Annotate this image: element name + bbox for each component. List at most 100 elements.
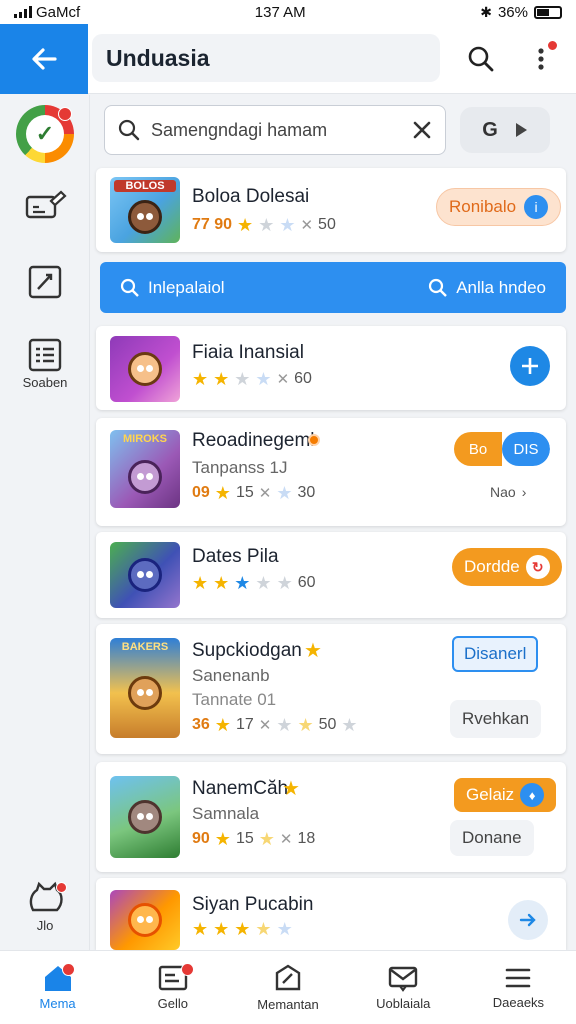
rating-row: 90 ★ 15 ★ ✕ 18 <box>192 830 315 848</box>
sidebar-item-edit[interactable] <box>0 189 90 223</box>
mail-icon <box>389 966 418 992</box>
rating-value: 17 <box>235 716 254 733</box>
status-time: 137 AM <box>254 3 306 21</box>
nav-item-menu[interactable]: Daeaeks <box>461 951 576 1024</box>
search-button[interactable] <box>462 40 500 78</box>
secondary-button[interactable]: Donane <box>450 820 534 856</box>
plus-icon <box>522 358 538 374</box>
strip-right-label: Anlla hndeo <box>456 277 546 297</box>
logo-badge <box>58 107 72 121</box>
app-card[interactable]: BAKERS Supckiodgan ★ Sanenanb Tannate 01… <box>96 624 566 754</box>
filter-strip[interactable]: Inlepalaiol Anlla hndeo <box>100 262 566 313</box>
app-name: Siyan Pucabin <box>192 894 314 915</box>
page-title: Unduasia <box>92 34 440 82</box>
app-card[interactable]: MIROKS Reoadinegeml Tanpanss 1J 09 ★ 15 … <box>96 418 566 526</box>
star-icon: ★ <box>192 369 209 389</box>
strip-right-button[interactable]: Anlla hndeo <box>428 278 546 298</box>
battery-percent: 36% <box>497 3 528 21</box>
app-score: 90 <box>192 830 210 847</box>
carrier-name: GaMcf <box>36 3 81 21</box>
split-action-button[interactable]: Bo DIS <box>454 432 550 466</box>
clear-icon[interactable] <box>411 119 433 141</box>
nav-item-home[interactable]: Mema <box>0 951 115 1024</box>
thumbnail-banner: BAKERS <box>121 641 169 653</box>
get-button[interactable]: Dordde ↻ <box>452 548 562 586</box>
thumbnail-banner: BOLOS <box>114 180 176 192</box>
search-field[interactable]: Samengndagi hamam <box>104 105 446 155</box>
sidebar: ✓ Soaben Jlo <box>0 95 90 950</box>
star-icon: ★ <box>279 215 296 235</box>
search-icon <box>120 278 139 297</box>
star-icon: ★ <box>213 919 230 939</box>
sidebar-item-compose[interactable] <box>0 263 90 301</box>
search-icon <box>118 119 140 141</box>
star-icon: ★ <box>214 483 231 503</box>
info-icon: i <box>524 195 549 219</box>
action-a-label[interactable]: Bo <box>454 432 502 466</box>
rating-count: 60 <box>294 370 312 387</box>
app-card[interactable]: Siyan Pucabin ★ ★ ★ ★ ★ <box>96 878 566 950</box>
app-header: Unduasia <box>0 24 576 94</box>
app-thumbnail <box>110 542 180 608</box>
back-button[interactable] <box>0 24 88 94</box>
character-icon <box>128 903 162 937</box>
bluetooth-icon: ✱ <box>480 3 492 20</box>
notification-badge <box>547 40 558 51</box>
edit-square-icon <box>28 265 62 299</box>
nav-item-inbox[interactable]: Gello <box>115 951 230 1024</box>
rating-value: 15 <box>235 484 254 501</box>
go-button[interactable]: G <box>460 107 550 153</box>
strip-left-label: Inlepalaiol <box>148 277 225 297</box>
character-icon <box>128 200 162 234</box>
chevron-right-icon: › <box>521 484 527 500</box>
action-button[interactable]: Gelaiz ♦ <box>454 778 557 812</box>
install-button[interactable]: Ronibalo i <box>436 188 562 226</box>
star-icon: ★ <box>255 573 272 593</box>
star-icon: ★ <box>276 919 293 939</box>
app-thumbnail <box>110 776 180 858</box>
rating-row: 36 ★ 17 ✕ ★ ★ 50 ★ <box>192 716 358 734</box>
app-score: 09 <box>192 484 210 501</box>
rating-count: 60 <box>297 574 316 591</box>
more-button[interactable] <box>522 40 560 78</box>
sidebar-item-label: Soaben <box>22 375 68 390</box>
action-label: Gelaiz <box>466 785 515 804</box>
search-icon <box>429 278 448 297</box>
star-icon: ★ <box>234 573 251 593</box>
download-button[interactable]: Disanerl <box>452 636 539 672</box>
sidebar-item-settings[interactable]: Jlo <box>0 880 90 933</box>
star-icon: ★ <box>234 919 251 939</box>
add-button[interactable] <box>510 346 550 386</box>
app-name: NanemCăh <box>192 778 289 799</box>
more-link[interactable]: Nao › <box>490 484 526 500</box>
search-icon <box>468 46 494 72</box>
open-button[interactable] <box>508 900 548 940</box>
star-icon: ★ <box>214 715 231 735</box>
app-thumbnail: BAKERS <box>110 638 180 738</box>
app-subtitle: Tanpanss 1J <box>192 458 288 477</box>
battery-icon <box>533 5 562 19</box>
action-b-label[interactable]: DIS <box>502 432 550 466</box>
character-icon <box>128 352 162 386</box>
mark-icon: ✕ <box>276 371 290 388</box>
rating-row: ★ ★ ★ ★ ✕ 60 <box>192 370 312 388</box>
app-card[interactable]: Dates Pila ★ ★ ★ ★ ★ 60 Dordde ↻ <box>96 532 566 618</box>
star-icon: ★ <box>255 919 272 939</box>
app-score: 36 <box>192 716 210 733</box>
app-card[interactable]: NanemCăh ★ Samnala 90 ★ 15 ★ ✕ 18 Gelaiz… <box>96 762 566 872</box>
app-logo-icon[interactable]: ✓ <box>16 105 74 163</box>
sidebar-item-list[interactable]: Soaben <box>0 337 90 390</box>
sidebar-item-label: Jlo <box>36 918 54 933</box>
rating-value: 15 <box>235 830 254 847</box>
app-card[interactable]: BOLOS Boloa Dolesai 77 90 ★ ★ ★ ✕ 50 Ron… <box>96 168 566 252</box>
nav-label: Mema <box>39 996 76 1011</box>
nav-label: Daeaeks <box>492 995 545 1010</box>
secondary-button[interactable]: Rvehkan <box>450 700 542 738</box>
nav-item-edit[interactable]: Memantan <box>230 951 345 1024</box>
app-card[interactable]: Fiaia Inansial ★ ★ ★ ★ ✕ 60 <box>96 326 566 410</box>
search-input[interactable]: Samengndagi hamam <box>151 120 411 141</box>
star-icon: ★ <box>255 369 272 389</box>
character-icon <box>128 676 162 710</box>
strip-left-button[interactable]: Inlepalaiol <box>120 278 225 298</box>
nav-item-mail[interactable]: Uoblaiala <box>346 951 461 1024</box>
